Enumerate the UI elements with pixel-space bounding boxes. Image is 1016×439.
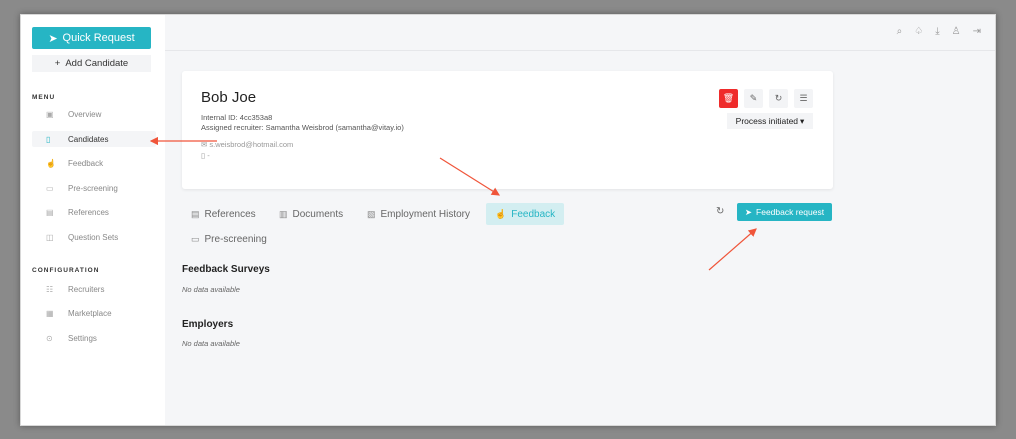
quick-request-button[interactable]: ➤ Quick Request [32, 27, 151, 49]
tab-employment-history[interactable]: ▧ Employment History [367, 203, 470, 225]
thumb-up-icon: ☝ [495, 208, 507, 219]
add-candidate-button[interactable]: + Add Candidate [32, 55, 151, 72]
feedback-surveys-title: Feedback Surveys [182, 264, 270, 275]
tab-feedback[interactable]: ☝ Feedback [486, 203, 565, 225]
mail-icon: ✉ [201, 140, 208, 149]
candidate-phone: - [207, 151, 210, 160]
download-icon[interactable]: ⤓ [935, 26, 939, 37]
trash-icon: 🗑 [722, 93, 735, 103]
feedback-surveys-empty: No data available [182, 285, 240, 294]
arrow-to-feedback-request [708, 228, 757, 271]
sidebar-item-marketplace[interactable]: ▦ Marketplace [32, 305, 156, 321]
caret-down-icon: ▾ [800, 115, 805, 126]
employers-empty: No data available [182, 339, 240, 348]
video-icon: ▭ [191, 233, 200, 244]
status-dropdown[interactable]: Process initiated ▾ [727, 113, 813, 129]
quick-request-label: Quick Request [62, 32, 135, 44]
documents-icon: ▥ [279, 208, 288, 219]
refresh-icon: ↻ [774, 93, 783, 103]
candidates-icon: ▯ [46, 134, 51, 144]
tab-documents[interactable]: ▥ Documents [279, 203, 343, 225]
list-icon: ☰ [799, 93, 808, 103]
gear-icon: ⊙ [46, 333, 53, 343]
sidebar-item-feedback[interactable]: ☝ Feedback [32, 155, 156, 171]
refresh-feedback-icon[interactable]: ↻ [716, 206, 724, 217]
bell-icon[interactable]: ♤ [914, 26, 923, 37]
reference-icon: ▤ [46, 207, 54, 217]
feedback-request-button[interactable]: ➤ Feedback request [737, 203, 832, 221]
logout-icon[interactable]: ⇥ [973, 26, 981, 37]
menu-heading: MENU [32, 94, 56, 101]
sidebar-item-references[interactable]: ▤ References [32, 204, 156, 220]
assigned-recruiter: Assigned recruiter: Samantha Weisbrod (s… [201, 123, 404, 132]
top-bar: ⌕ ♤ ⤓ ♙ ⇥ [165, 15, 995, 51]
chat-icon: ◫ [46, 232, 54, 242]
sidebar: ➤ Quick Request + Add Candidate MENU ▣ O… [21, 15, 165, 425]
reference-icon: ▤ [191, 208, 200, 219]
tab-references[interactable]: ▤ References [191, 203, 256, 225]
search-icon[interactable]: ⌕ [897, 26, 903, 37]
internal-id: Internal ID: 4cc353a8 [201, 113, 273, 122]
users-icon: ☷ [46, 284, 54, 294]
user-icon[interactable]: ♙ [952, 26, 961, 37]
refresh-button[interactable]: ↻ [769, 89, 788, 108]
sidebar-item-candidates[interactable]: ▯ Candidates [32, 131, 156, 147]
store-icon: ▦ [46, 308, 54, 318]
overview-icon: ▣ [46, 109, 54, 119]
sidebar-item-question-sets[interactable]: ◫ Question Sets [32, 229, 156, 245]
paper-plane-icon: ➤ [744, 206, 753, 217]
candidate-card: Bob Joe Internal ID: 4cc353a8 Assigned r… [182, 71, 833, 189]
candidate-actions: 🗑 ✎ ↻ ☰ [719, 89, 813, 108]
employers-title: Employers [182, 319, 234, 330]
plus-icon: + [54, 58, 61, 69]
candidate-email[interactable]: s.weisbrod@hotmail.com [209, 140, 293, 149]
tab-pre-screening[interactable]: ▭ Pre-screening [191, 228, 267, 250]
thumb-up-icon: ☝ [46, 158, 56, 168]
phone-row: ▯ - [201, 151, 210, 160]
sidebar-item-recruiters[interactable]: ☷ Recruiters [32, 281, 156, 297]
app-window: ➤ Quick Request + Add Candidate MENU ▣ O… [20, 14, 996, 426]
pencil-icon: ✎ [749, 93, 758, 103]
delete-button[interactable]: 🗑 [719, 89, 738, 108]
status-value: Process initiated [735, 116, 799, 126]
candidate-name: Bob Joe [201, 89, 257, 106]
video-icon: ▭ [46, 183, 54, 193]
sidebar-item-overview[interactable]: ▣ Overview [32, 106, 156, 122]
edit-button[interactable]: ✎ [744, 89, 763, 108]
sidebar-item-pre-screening[interactable]: ▭ Pre-screening [32, 180, 156, 196]
email-row: ✉ s.weisbrod@hotmail.com [201, 140, 293, 149]
paper-plane-icon: ➤ [48, 32, 58, 45]
add-candidate-label: Add Candidate [65, 58, 129, 69]
list-button[interactable]: ☰ [794, 89, 813, 108]
phone-icon: ▯ [201, 151, 206, 160]
briefcase-icon: ▧ [367, 208, 376, 219]
sidebar-item-settings[interactable]: ⊙ Settings [32, 330, 156, 346]
configuration-heading: CONFIGURATION [32, 267, 100, 274]
